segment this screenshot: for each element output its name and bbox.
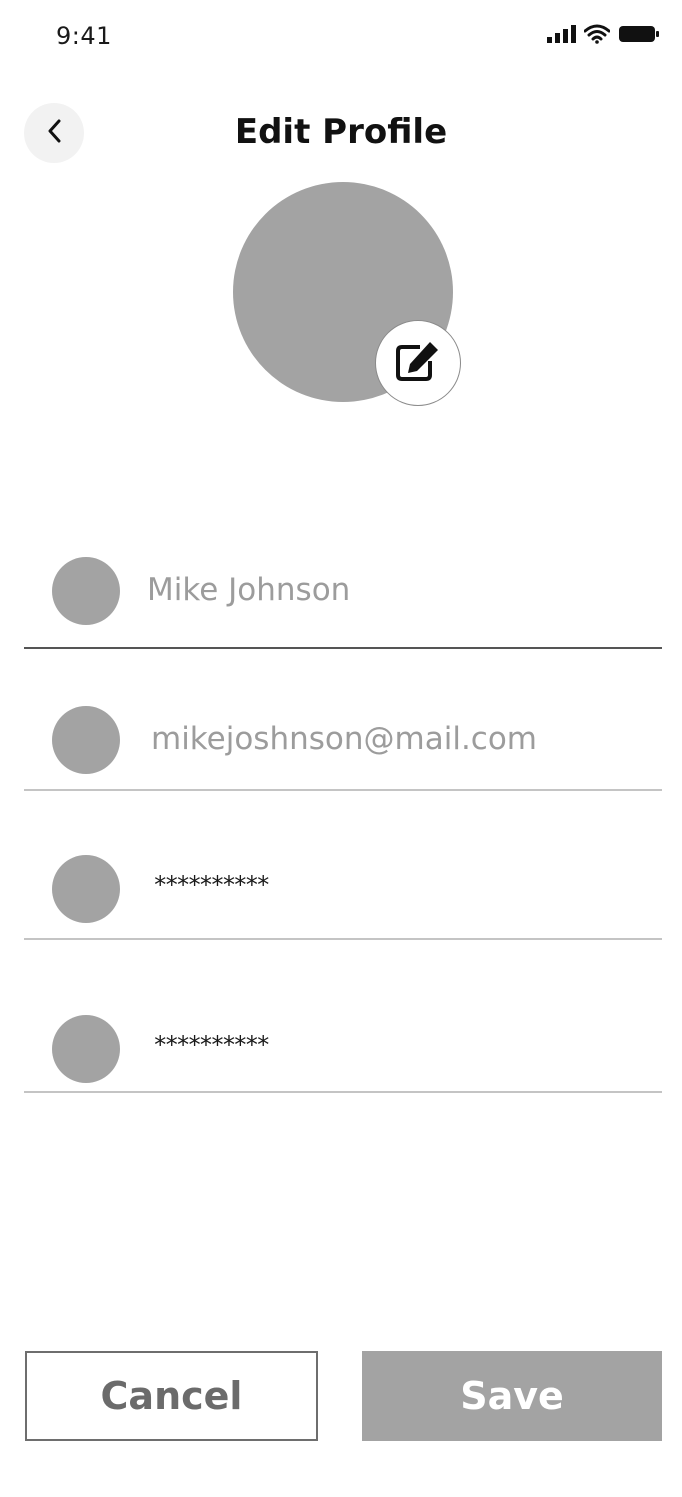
battery-icon [618,24,660,49]
confirm-password-field[interactable]: ********** [153,1031,270,1059]
cancel-button[interactable]: Cancel [25,1351,318,1441]
email-field-icon [52,706,120,774]
confirm-password-field-icon [52,1015,120,1083]
password-field-icon [52,855,120,923]
save-button[interactable]: Save [362,1351,662,1441]
email-field-divider [24,789,662,791]
wifi-icon [583,24,611,49]
name-field[interactable]: Mike Johnson [147,572,350,608]
page-title: Edit Profile [234,112,448,152]
edit-icon [394,339,442,388]
signal-icon [546,24,576,49]
status-icons [546,24,660,49]
avatar-edit-button[interactable] [375,320,461,406]
name-field-icon [52,557,120,625]
password-field-divider [24,938,662,940]
name-field-divider [24,647,662,649]
confirm-password-field-divider [24,1091,662,1093]
status-time: 9:41 [56,22,112,50]
email-field[interactable]: mikejoshnson@mail.com [151,721,537,757]
password-field[interactable]: ********** [153,871,270,899]
